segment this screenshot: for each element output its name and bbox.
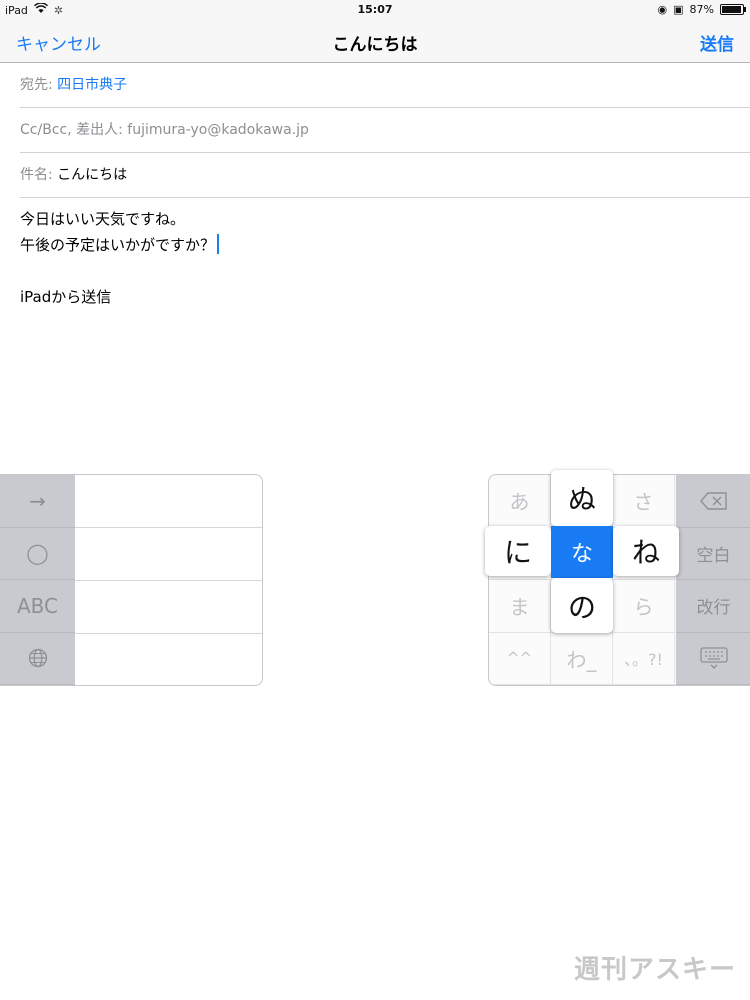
key-punctuation[interactable]: 、。?! bbox=[613, 632, 675, 685]
flick-down[interactable]: の bbox=[551, 578, 613, 633]
candidate-row[interactable] bbox=[75, 634, 262, 685]
key-emoticon[interactable]: ^^ bbox=[489, 632, 551, 685]
status-bar: iPad ✲ 15:07 ◉ ▣ 87% bbox=[0, 0, 750, 20]
flick-center[interactable]: な bbox=[551, 526, 613, 578]
cc-from-label: Cc/Bcc, 差出人: bbox=[20, 122, 123, 138]
flick-left[interactable]: に bbox=[485, 526, 551, 576]
key-a[interactable]: あ bbox=[489, 475, 551, 528]
abc-key[interactable]: ABC bbox=[0, 580, 75, 633]
key-ma[interactable]: ま bbox=[489, 580, 551, 633]
candidate-row[interactable] bbox=[75, 475, 262, 528]
signature: iPadから送信 bbox=[20, 288, 112, 306]
rotation-lock-icon: ◉ bbox=[657, 3, 668, 16]
keyboard-left-half: → ◯ ABC bbox=[0, 474, 263, 686]
globe-icon[interactable] bbox=[0, 633, 75, 685]
key-wa[interactable]: わ_ bbox=[551, 632, 613, 685]
keyboard-right-half: あ か さ た な は ま や ら ^^ わ_ 、。?! 空白 改行 bbox=[488, 474, 750, 686]
battery-icon bbox=[720, 4, 746, 15]
space-key[interactable]: 空白 bbox=[676, 528, 750, 580]
key-sa[interactable]: さ bbox=[613, 475, 675, 528]
subject-value[interactable]: こんにちは bbox=[57, 167, 127, 183]
candidate-row[interactable] bbox=[75, 581, 262, 634]
text-caret bbox=[217, 234, 220, 254]
cc-from-field[interactable]: Cc/Bcc, 差出人: fujimura-yo@kadokawa.jp bbox=[20, 108, 750, 153]
page-title: こんにちは bbox=[332, 35, 418, 55]
candidate-row[interactable] bbox=[75, 528, 262, 581]
nav-bar: キャンセル こんにちは 送信 bbox=[0, 20, 750, 63]
subject-field[interactable]: 件名: こんにちは bbox=[20, 153, 750, 198]
battery-percent: 87% bbox=[689, 3, 714, 16]
airplay-icon: ▣ bbox=[673, 3, 684, 16]
hide-keyboard-icon[interactable] bbox=[676, 633, 750, 685]
to-field[interactable]: 宛先: 四日市典子 bbox=[20, 63, 750, 108]
body-line-1: 今日はいい天気ですね。 bbox=[20, 210, 186, 228]
flick-right[interactable]: ね bbox=[613, 526, 679, 576]
subject-label: 件名: bbox=[20, 167, 53, 183]
message-body[interactable]: 今日はいい天気ですね。 午後の予定はいかがですか？ iPadから送信 bbox=[20, 206, 220, 310]
to-label: 宛先: bbox=[20, 77, 53, 93]
return-key[interactable]: 改行 bbox=[676, 580, 750, 633]
from-address: fujimura-yo@kadokawa.jp bbox=[127, 122, 309, 138]
backspace-icon[interactable] bbox=[676, 475, 750, 528]
body-line-2: 午後の予定はいかがですか？ bbox=[20, 236, 216, 254]
status-time: 15:07 bbox=[357, 3, 393, 16]
key-ra[interactable]: ら bbox=[613, 580, 675, 633]
watermark: 週刊アスキー bbox=[573, 955, 736, 985]
candidate-list bbox=[75, 475, 262, 685]
arrow-right-key[interactable]: → bbox=[0, 475, 75, 528]
flick-up[interactable]: ぬ bbox=[551, 470, 613, 526]
to-recipient[interactable]: 四日市典子 bbox=[57, 77, 127, 93]
send-button[interactable]: 送信 bbox=[700, 30, 734, 55]
undo-key[interactable]: ◯ bbox=[0, 528, 75, 580]
